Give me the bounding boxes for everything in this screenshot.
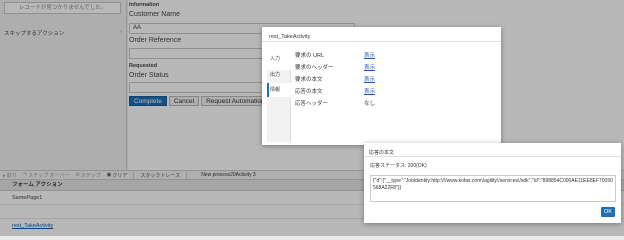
divider: [364, 156, 621, 157]
property-value: なし: [364, 101, 376, 107]
response-body-text[interactable]: {"d":{"__type":"JobIdentity:http:\/\/www…: [370, 175, 616, 202]
property-key: 応答ヘッダー: [295, 101, 329, 107]
dialog-tabs: 入力 出力 情報: [267, 56, 291, 142]
tab-info[interactable]: 情報: [267, 83, 291, 97]
ok-button[interactable]: OK: [601, 207, 615, 217]
property-row: 応答の本文 表示: [295, 87, 495, 97]
property-link[interactable]: 表示: [364, 63, 375, 71]
tab-output[interactable]: 出力: [267, 68, 291, 82]
dialog-title: rest_TakeActivity: [269, 34, 311, 40]
tab-input[interactable]: 入力: [267, 52, 291, 66]
property-link[interactable]: 表示: [364, 75, 375, 83]
dialog-title: 応答の本文: [369, 150, 395, 156]
property-row: 要求の URL 表示: [295, 51, 495, 61]
response-status: 応答ステータス: 200(OK): [370, 163, 427, 169]
property-link[interactable]: 表示: [364, 51, 375, 59]
activity-dialog: rest_TakeActivity 入力 出力 情報 要求の URL 表示 要求…: [262, 27, 501, 145]
property-key: 要求の URL: [295, 53, 325, 59]
property-row: 要求の本文 表示: [295, 75, 495, 85]
property-key: 応答の本文: [295, 89, 323, 95]
response-body-dialog: 応答の本文 応答ステータス: 200(OK) {"d":{"__type":"J…: [364, 143, 621, 223]
property-key: 要求の本文: [295, 77, 323, 83]
property-row: 応答ヘッダー なし: [295, 99, 495, 109]
property-key: 要求のヘッダー: [295, 65, 334, 71]
property-link[interactable]: 表示: [364, 87, 375, 95]
property-row: 要求のヘッダー 表示: [295, 63, 495, 73]
divider: [262, 41, 501, 42]
